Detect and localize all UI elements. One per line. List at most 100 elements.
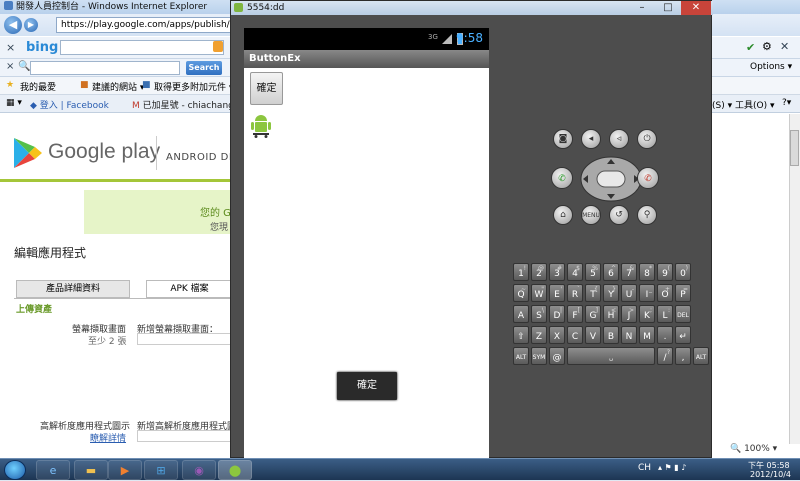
key-n[interactable]: N (621, 326, 637, 344)
key-c[interactable]: C (567, 326, 583, 344)
input-language[interactable]: CH (638, 463, 651, 473)
key-.[interactable]: . (657, 326, 673, 344)
tab-apk-files[interactable]: APK 檔案 (146, 280, 232, 298)
key-0[interactable]: 0) (675, 263, 691, 281)
volume-down-icon[interactable]: ◂ (581, 129, 601, 149)
key-/[interactable]: /? (657, 347, 673, 365)
help-icon[interactable]: ?▾ (782, 98, 791, 108)
favorite-item[interactable]: 我的最愛 (20, 80, 56, 93)
volume-up-icon[interactable]: ◃ (609, 129, 629, 149)
key-4[interactable]: 4 $ (567, 263, 583, 281)
key-7[interactable]: 7 & (621, 263, 637, 281)
key-i[interactable]: I _ (639, 284, 655, 302)
key-,[interactable]: , (675, 347, 691, 365)
key-z[interactable]: Z (531, 326, 547, 344)
key-y[interactable]: Y} (603, 284, 619, 302)
grid-icon[interactable]: ▦ ▾ (6, 98, 22, 108)
search-icon[interactable]: ⚲ (637, 205, 657, 225)
scrollbar-thumb[interactable] (790, 130, 799, 166)
confirm-button[interactable]: 確定 (250, 72, 283, 105)
key-j[interactable]: J > (621, 305, 637, 323)
minimize-button[interactable]: – (629, 1, 655, 15)
key-q[interactable]: Q ~ (513, 284, 529, 302)
key-alt[interactable]: ALT (513, 347, 529, 365)
key-8[interactable]: 8 * (639, 263, 655, 281)
key-@[interactable]: @ (549, 347, 565, 365)
key-u[interactable]: U- (621, 284, 637, 302)
key-a[interactable]: A (513, 305, 529, 323)
key-b[interactable]: B (603, 326, 619, 344)
key-g[interactable]: G] (585, 305, 601, 323)
dpad[interactable] (580, 156, 642, 202)
menu-icon[interactable]: MENU (581, 205, 601, 225)
learn-more-link[interactable]: 瞭解詳情 (90, 431, 126, 444)
camera-icon[interactable]: ◙ (553, 129, 573, 149)
settings-icon[interactable]: ⚙ (762, 40, 772, 53)
key-alt[interactable]: ALT (693, 347, 709, 365)
tab-facebook[interactable]: ◆ 登入 | Facebook (30, 98, 109, 111)
options-menu[interactable]: Options ▾ (750, 62, 792, 72)
zoom-level[interactable]: 🔍 100% ▾ (730, 444, 777, 454)
close-bar-icon[interactable]: ✕ (780, 40, 789, 53)
address-input[interactable]: https://play.google.com/apps/publish/Hom… (56, 17, 236, 33)
key-5[interactable]: 5% (585, 263, 601, 281)
favorite-item[interactable]: 建議的網站 ▾ (92, 80, 144, 93)
key-↵[interactable]: ↵ (675, 326, 691, 344)
key-space[interactable]: ␣ (567, 347, 655, 365)
key-2[interactable]: 2 @ (531, 263, 547, 281)
key-t[interactable]: T{ (585, 284, 601, 302)
key-x[interactable]: X (549, 326, 565, 344)
key-k[interactable]: K; (639, 305, 655, 323)
clock-date[interactable]: 2012/10/4 (750, 470, 791, 479)
key-r[interactable]: R ` (567, 284, 583, 302)
favorite-item[interactable]: 取得更多附加元件 ▾ (154, 80, 233, 93)
search-go-icon[interactable] (213, 41, 223, 52)
media-center-icon[interactable]: ◉ (182, 460, 216, 480)
key-3[interactable]: 3 # (549, 263, 565, 281)
end-call-icon[interactable]: ✆ (637, 167, 659, 189)
key-p[interactable]: P = (675, 284, 691, 302)
key-m[interactable]: M (639, 326, 655, 344)
hires-upload-field[interactable] (137, 430, 232, 442)
key-s[interactable]: S \ (531, 305, 547, 323)
back-arrow-icon[interactable]: ↺ (609, 205, 629, 225)
key-o[interactable]: O + (657, 284, 673, 302)
power-icon[interactable]: ⏻ (637, 129, 657, 149)
key-l[interactable]: L: (657, 305, 673, 323)
tools-menu[interactable]: (S) ▾ 工具(O) ▾ (712, 98, 774, 111)
key-v[interactable]: V (585, 326, 601, 344)
key-d[interactable]: D | (549, 305, 565, 323)
tray-icons[interactable]: ▴ ⚑ ▮ ♪ (658, 463, 686, 472)
dpad-icon[interactable] (580, 156, 642, 202)
maximize-button[interactable]: □ (655, 1, 681, 15)
explorer-taskbar-icon[interactable]: ▬ (74, 460, 108, 480)
close-icon[interactable]: × (6, 61, 14, 72)
key-f[interactable]: F[ (567, 305, 583, 323)
media-player-icon[interactable]: ▶ (108, 460, 142, 480)
call-icon[interactable]: ✆ (551, 167, 573, 189)
key-1[interactable]: 1! (513, 263, 529, 281)
key-h[interactable]: H < (603, 305, 619, 323)
android-emulator-taskbar-icon[interactable]: ⬤ (218, 460, 252, 480)
windows-icon[interactable]: ⊞ (144, 460, 178, 480)
shield-icon[interactable]: ✔ (746, 41, 755, 54)
bing-search-input[interactable] (60, 40, 224, 55)
key-9[interactable]: 9( (657, 263, 673, 281)
forward-icon[interactable]: ▶ (24, 18, 38, 32)
toolbar-search-input[interactable] (30, 61, 180, 75)
key-6[interactable]: 6 ^ (603, 263, 619, 281)
favorites-star-icon[interactable]: ★ (6, 80, 14, 90)
key-sym[interactable]: SYM (531, 347, 547, 365)
back-icon[interactable]: ◀ (4, 16, 22, 34)
key-⇧[interactable]: ⇧ (513, 326, 529, 344)
tab-product-details[interactable]: 產品詳細資料 (16, 280, 130, 298)
ie-taskbar-icon[interactable]: e (36, 460, 70, 480)
screenshot-upload-field[interactable] (137, 333, 232, 345)
close-icon[interactable]: × (6, 41, 15, 54)
start-button[interactable] (4, 460, 26, 480)
key-del[interactable]: DEL (675, 305, 691, 323)
search-button[interactable]: Search (186, 61, 222, 75)
key-w[interactable]: W " (531, 284, 547, 302)
home-icon[interactable]: ⌂ (553, 205, 573, 225)
close-button[interactable]: ✕ (681, 1, 711, 15)
